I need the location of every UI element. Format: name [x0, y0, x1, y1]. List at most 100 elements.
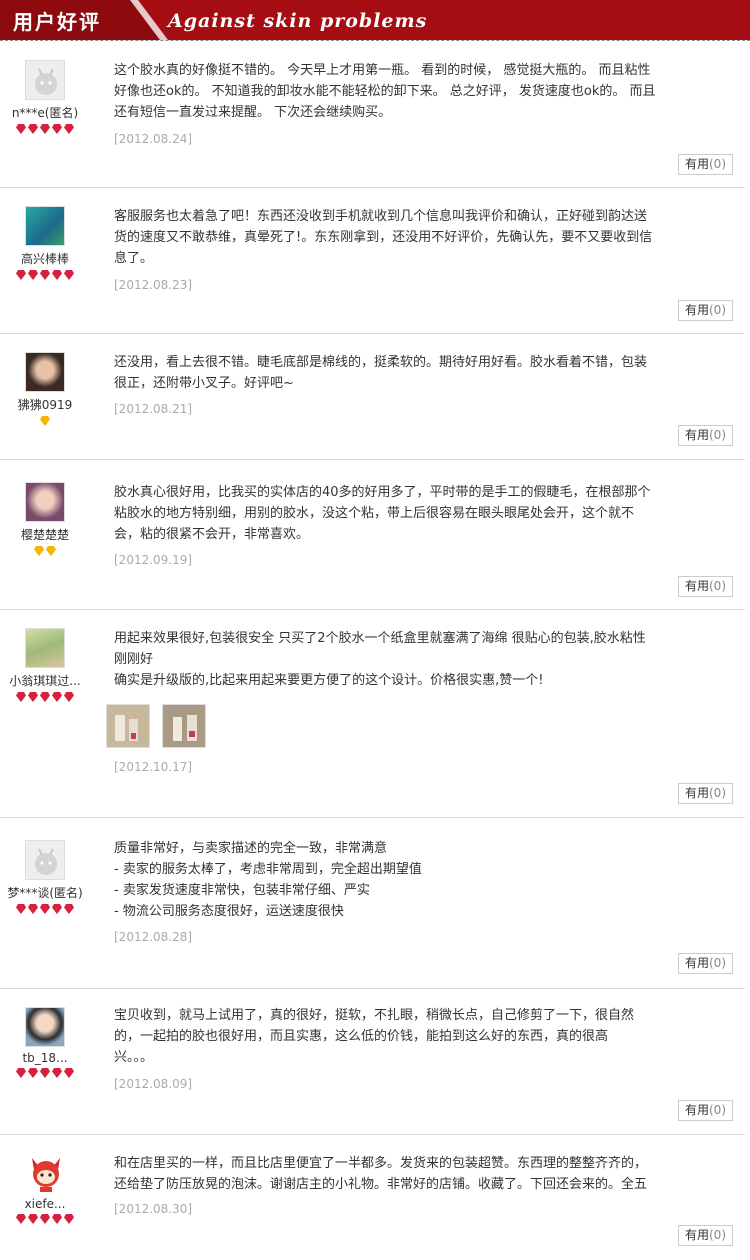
- rating-gems: [0, 692, 90, 702]
- review-date: [2012.09.19]: [114, 553, 193, 567]
- useful-button[interactable]: 有用(0): [677, 300, 733, 321]
- rating-gem-icon: [64, 270, 74, 280]
- rating-gem-icon: [28, 270, 38, 280]
- rating-gem-icon: [16, 1068, 26, 1078]
- reviewer: 高兴棒棒: [0, 206, 90, 280]
- review-line: 息了。: [114, 251, 154, 266]
- header-slogan: Against skin problems: [168, 10, 428, 32]
- rating-gem-icon: [16, 1214, 26, 1224]
- rating-gem-icon: [40, 270, 50, 280]
- cartoon-avatar-icon[interactable]: [25, 1153, 65, 1193]
- rating-gem-icon: [40, 416, 50, 426]
- useful-button[interactable]: 有用(0): [677, 1225, 733, 1246]
- useful-count: (0): [709, 157, 726, 171]
- rating-gem-icon: [28, 124, 38, 134]
- useful-label: 有用: [684, 1103, 709, 1117]
- review-item: tb_18... 宝贝收到，就马上试用了，真的很好，挺软，不扎眼，稍微长点，自己…: [0, 989, 745, 1135]
- reviewer: 樱楚楚楚: [0, 482, 90, 556]
- review-photo-thumbnail[interactable]: [162, 704, 207, 748]
- useful-count: (0): [709, 579, 726, 593]
- review-item: xiefe... 和在店里买的一样，而且比店里便宜了一半都多。发货来的包装超赞。…: [0, 1135, 745, 1260]
- useful-label: 有用: [684, 428, 709, 442]
- default-avatar-icon[interactable]: [25, 840, 65, 880]
- rating-gem-icon: [52, 904, 62, 914]
- reviewer-name[interactable]: 狒狒0919: [0, 396, 90, 413]
- review-line: 质量非常好，与卖家描述的完全一致，非常满意: [114, 841, 388, 856]
- useful-label: 有用: [684, 786, 709, 800]
- useful-label: 有用: [684, 303, 709, 317]
- reviewer-name[interactable]: 梦***谈(匿名): [0, 884, 90, 901]
- review-date: [2012.08.24]: [114, 132, 193, 146]
- review-photos: [106, 704, 214, 752]
- reviewer-name[interactable]: xiefe...: [0, 1197, 90, 1211]
- rating-gem-icon: [64, 124, 74, 134]
- rating-gems: [0, 904, 90, 914]
- useful-label: 有用: [684, 1228, 709, 1242]
- reviewer-name[interactable]: 高兴棒棒: [0, 250, 90, 267]
- user-photo-icon[interactable]: [25, 482, 65, 522]
- review-item: 高兴棒棒 客服服务也太着急了吧！东西还没收到手机就收到几个信息叫我评价和确认，正…: [0, 188, 745, 334]
- user-photo-icon[interactable]: [25, 206, 65, 246]
- useful-count: (0): [709, 1228, 726, 1242]
- rating-gems: [0, 1068, 90, 1078]
- rating-gem-icon: [64, 692, 74, 702]
- rating-gem-icon: [40, 904, 50, 914]
- useful-button[interactable]: 有用(0): [677, 425, 733, 446]
- rating-gem-icon: [40, 692, 50, 702]
- review-date: [2012.08.28]: [114, 930, 193, 944]
- review-date: [2012.08.30]: [114, 1202, 193, 1216]
- review-line: - 物流公司服务态度很好，运送速度很快: [114, 904, 344, 919]
- user-photo-icon[interactable]: [25, 628, 65, 668]
- rating-gem-icon: [16, 270, 26, 280]
- reviewer: n***e(匿名): [0, 60, 90, 134]
- rating-gems: [0, 1214, 90, 1224]
- useful-button[interactable]: 有用(0): [677, 576, 733, 597]
- rating-gem-icon: [40, 1068, 50, 1078]
- rating-gem-icon: [16, 904, 26, 914]
- review-line: 用起来效果很好,包装很安全 只买了2个胶水一个纸盒里就塞满了海绵 很贴心的包装,…: [114, 631, 646, 646]
- section-title: 用户好评: [13, 10, 101, 34]
- useful-button[interactable]: 有用(0): [677, 1100, 733, 1121]
- review-line: - 卖家的服务太棒了，考虑非常周到，完全超出期望值: [114, 862, 422, 877]
- user-photo-icon[interactable]: [25, 1007, 65, 1047]
- review-line: 客服服务也太着急了吧！东西还没收到手机就收到几个信息叫我评价和确认，正好碰到韵达…: [114, 209, 648, 224]
- review-line: 还有短信一直发过来提醒。 下次还会继续购买。: [114, 105, 392, 120]
- useful-button[interactable]: 有用(0): [677, 783, 733, 804]
- rating-gem-icon: [64, 1068, 74, 1078]
- header-banner: 用户好评 Against skin problems: [0, 0, 750, 40]
- review-photo-thumbnail[interactable]: [106, 704, 150, 748]
- review-item: n***e(匿名) 这个胶水真的好像挺不错的。 今天早上才用第一瓶。 看到的时候…: [0, 42, 745, 188]
- review-text: 宝贝收到，就马上试用了，真的很好，挺软，不扎眼，稍微长点，自己修剪了一下，很自然…: [114, 1005, 704, 1068]
- rating-gems: [0, 124, 90, 134]
- review-text: 和在店里买的一样，而且比店里便宜了一半都多。发货来的包装超赞。东西理的整整齐齐的…: [114, 1153, 704, 1195]
- rating-gem-icon: [46, 546, 56, 556]
- rating-gem-icon: [52, 124, 62, 134]
- rating-gem-icon: [28, 904, 38, 914]
- review-line: 兴。。。: [114, 1050, 154, 1065]
- useful-count: (0): [709, 956, 726, 970]
- useful-button[interactable]: 有用(0): [677, 953, 733, 974]
- rating-gems: [0, 416, 90, 426]
- useful-button[interactable]: 有用(0): [677, 154, 733, 175]
- rating-gem-icon: [64, 1214, 74, 1224]
- review-line: 会，粘的很紧不会开，非常喜欢。: [114, 527, 310, 542]
- review-line: 胶水真心很好用，比我买的实体店的40多的好用多了，平时带的是手工的假睫毛，在根部…: [114, 485, 651, 500]
- review-text: 质量非常好，与卖家描述的完全一致，非常满意 - 卖家的服务太棒了，考虑非常周到，…: [114, 838, 704, 922]
- reviewer-name[interactable]: n***e(匿名): [0, 104, 90, 121]
- user-photo-icon[interactable]: [25, 352, 65, 392]
- header-divider: [0, 40, 750, 41]
- useful-count: (0): [709, 428, 726, 442]
- rating-gems: [0, 546, 90, 556]
- review-line: 好像也还ok的。 不知道我的卸妆水能不能轻松的卸下来。 总之好评， 发货速度也o…: [114, 84, 656, 99]
- review-date: [2012.08.09]: [114, 1077, 193, 1091]
- default-avatar-icon[interactable]: [25, 60, 65, 100]
- reviewer-name[interactable]: 樱楚楚楚: [0, 526, 90, 543]
- review-text: 胶水真心很好用，比我买的实体店的40多的好用多了，平时带的是手工的假睫毛，在根部…: [114, 482, 704, 545]
- reviewer-name[interactable]: 小翁琪琪过...: [0, 672, 90, 689]
- review-line: 还没用，看上去很不错。睫毛底部是棉线的，挺柔软的。期待好用好看。胶水看着不错，包…: [114, 355, 648, 370]
- review-text: 还没用，看上去很不错。睫毛底部是棉线的，挺柔软的。期待好用好看。胶水看着不错，包…: [114, 352, 704, 394]
- rating-gem-icon: [40, 124, 50, 134]
- reviewer-name[interactable]: tb_18...: [0, 1051, 90, 1065]
- useful-label: 有用: [684, 579, 709, 593]
- review-line: 和在店里买的一样，而且比店里便宜了一半都多。发货来的包装超赞。东西理的整整齐齐的…: [114, 1156, 648, 1171]
